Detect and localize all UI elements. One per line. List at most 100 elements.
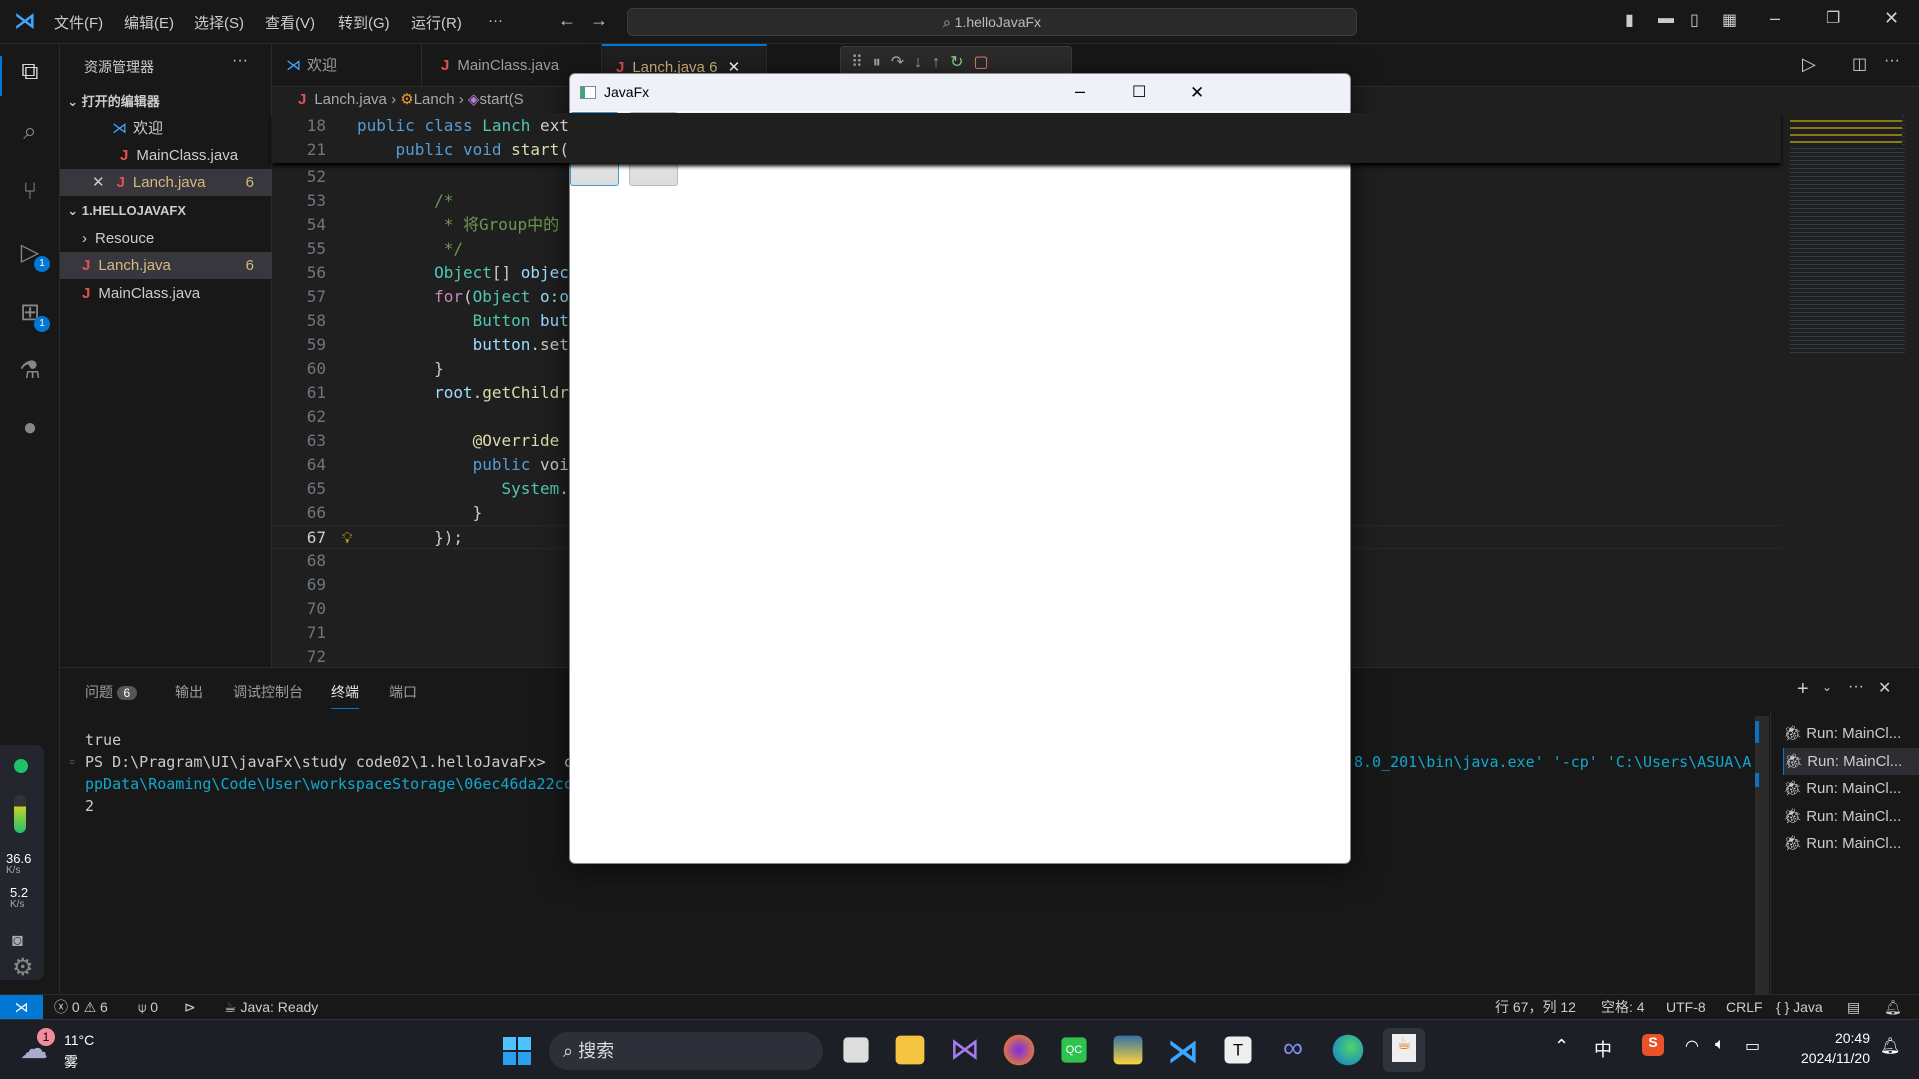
javafx-title-bar[interactable]: JavaFx – ☐ ✕ — [570, 74, 1350, 111]
close-panel-icon[interactable]: ✕ — [1878, 678, 1891, 698]
wifi-icon[interactable]: ◠ — [1685, 1036, 1699, 1056]
terminal-list-item[interactable]: 🐞︎ Run: MainCl... — [1783, 803, 1919, 830]
close-icon[interactable]: ✕ — [92, 174, 105, 191]
project-header[interactable]: ⌄ 1.HELLOJAVAFX — [60, 197, 272, 224]
feedback-icon[interactable]: ▤ — [1847, 995, 1860, 1019]
terminal-list-item[interactable]: 🐞︎ Run: MainCl... — [1783, 720, 1919, 747]
chevron-down-icon[interactable]: ⌄ — [1822, 680, 1832, 694]
more-icon[interactable]: ··· — [1848, 678, 1864, 696]
lightbulb-icon[interactable]: 💡︎ — [342, 526, 353, 550]
vscode-taskbar-icon[interactable]: ⋊ — [1165, 1032, 1201, 1069]
step-over-icon[interactable]: ↷ — [891, 54, 914, 71]
layout-icon[interactable]: ▦ — [1722, 10, 1737, 30]
language-mode[interactable]: { } Java — [1776, 995, 1823, 1019]
fx-maximize-button[interactable]: ☐ — [1132, 74, 1146, 111]
indentation[interactable]: 空格: 4 — [1601, 995, 1645, 1019]
visual-studio-icon[interactable]: ⋈ — [947, 1032, 983, 1068]
tab-terminal[interactable]: 终端 — [331, 682, 359, 709]
cursor-position[interactable]: 行 67，列 12 — [1495, 995, 1576, 1019]
open-editor-welcome[interactable]: ⋊ 欢迎 — [60, 115, 272, 142]
split-editor-icon[interactable]: ◫ — [1852, 54, 1867, 74]
menu-selection[interactable]: 选择(S) — [194, 12, 244, 33]
fx-close-button[interactable]: ✕ — [1190, 74, 1204, 111]
toggle-secondary-sidebar-icon[interactable]: ▯ — [1690, 10, 1699, 30]
open-editor-mainclass[interactable]: J MainClass.java — [60, 142, 272, 169]
edge-icon[interactable] — [1332, 1034, 1364, 1066]
tab-welcome[interactable]: ⋊ 欢迎 — [272, 44, 422, 87]
tree-file-mainclass[interactable]: J MainClass.java — [60, 280, 272, 307]
terminal-scrollbar[interactable] — [1755, 716, 1769, 994]
file-explorer-icon[interactable] — [895, 1035, 925, 1065]
tab-ports[interactable]: 端口 — [389, 682, 417, 702]
search-icon[interactable]: ⌕ — [14, 118, 46, 150]
tab-problems[interactable]: 问题 6 — [85, 682, 137, 702]
code-line[interactable]: 21 public void start( — [272, 138, 1781, 162]
task-view-icon[interactable] — [843, 1037, 869, 1063]
extensions-icon[interactable]: ⊞ 1 — [14, 298, 50, 332]
drag-handle-icon[interactable]: ⠿ — [851, 54, 873, 71]
open-editors-header[interactable]: ⌄ 打开的编辑器 — [60, 88, 272, 115]
back-icon[interactable]: ← — [558, 10, 576, 31]
tree-folder-resouce[interactable]: › Resouce — [60, 225, 272, 252]
fx-minimize-button[interactable]: – — [1075, 74, 1085, 110]
terminal-list-item[interactable]: 🐞︎ Run: MainCl... — [1783, 775, 1919, 802]
restart-icon[interactable]: ↻ — [950, 54, 973, 71]
pause-icon[interactable]: ⏸ — [873, 54, 891, 71]
problems-status[interactable]: ⓧ 0 ⚠ 6 — [54, 995, 108, 1019]
debug-status-icon[interactable]: ⊳ — [184, 995, 196, 1019]
volume-icon[interactable]: 🔈︎ — [1715, 1036, 1725, 1054]
github-icon[interactable]: ● — [14, 414, 46, 446]
tab-output[interactable]: 输出 — [175, 682, 203, 702]
qt-creator-icon[interactable]: QC — [1061, 1037, 1087, 1063]
menu-edit[interactable]: 编辑(E) — [124, 12, 174, 33]
stop-icon[interactable]: ▢ — [974, 54, 999, 71]
start-button[interactable] — [503, 1037, 531, 1065]
encoding[interactable]: UTF-8 — [1666, 995, 1706, 1019]
tab-debug-console[interactable]: 调试控制台 — [233, 682, 303, 702]
testing-icon[interactable]: ⚗ — [14, 356, 46, 388]
command-center-search[interactable]: ⌕ 1.helloJavaFx — [627, 8, 1357, 36]
battery-icon[interactable]: ▭ — [1745, 1036, 1760, 1056]
minimap[interactable] — [1790, 113, 1905, 353]
source-control-icon[interactable]: ⑂ — [14, 178, 46, 210]
code-line[interactable]: 18 public class Lanch ext — [272, 114, 1781, 138]
open-editor-lanch[interactable]: ✕ J Lanch.java 6 — [60, 169, 272, 196]
new-terminal-icon[interactable]: + — [1797, 678, 1809, 701]
taskbar-search[interactable]: ⌕ 搜索 — [549, 1032, 823, 1070]
java-app-icon[interactable]: ☕ — [1383, 1028, 1425, 1072]
remote-icon[interactable]: ⋊ — [0, 995, 43, 1019]
menu-more[interactable]: ··· — [488, 12, 503, 29]
typora-icon[interactable]: T — [1224, 1036, 1252, 1064]
run-icon[interactable]: ▷ — [1802, 54, 1816, 75]
show-hidden-icons[interactable]: ⌃ — [1554, 1036, 1569, 1057]
step-out-icon[interactable]: ↑ — [932, 54, 950, 71]
menu-run[interactable]: 运行(R) — [411, 12, 462, 33]
notifications-icon[interactable]: 🔔︎ — [1884, 995, 1902, 1019]
ports-status[interactable]: ⍦ 0 — [138, 995, 158, 1019]
menu-file[interactable]: 文件(F) — [54, 12, 103, 33]
sogou-ime-icon[interactable]: S — [1642, 1034, 1664, 1056]
close-button[interactable]: ✕ — [1884, 8, 1899, 29]
java-status[interactable]: ☕ Java: Ready — [224, 995, 318, 1019]
settings-gear-icon[interactable]: ⚙ — [12, 953, 34, 982]
run-debug-icon[interactable]: ▷ 1 — [14, 238, 50, 272]
terminal-list-item[interactable]: 🐞︎ Run: MainCl... — [1783, 747, 1919, 775]
toggle-sidebar-icon[interactable]: ▮ — [1625, 10, 1634, 30]
python-icon[interactable] — [1113, 1035, 1143, 1065]
explorer-icon[interactable]: ⧉ — [14, 58, 46, 90]
more-icon[interactable]: ··· — [1884, 52, 1900, 70]
menu-view[interactable]: 查看(V) — [265, 12, 315, 33]
minimize-button[interactable]: – — [1770, 8, 1780, 29]
toggle-panel-icon[interactable]: ▬ — [1658, 10, 1674, 28]
firefox-icon[interactable] — [1003, 1034, 1035, 1066]
line-ending[interactable]: CRLF — [1726, 995, 1763, 1019]
infinity-app-icon[interactable]: ∞ — [1275, 1032, 1311, 1068]
tree-file-lanch[interactable]: J Lanch.java 6 — [60, 252, 272, 279]
menu-go[interactable]: 转到(G) — [338, 12, 390, 33]
step-into-icon[interactable]: ↓ — [914, 54, 932, 71]
restore-button[interactable]: ❐ — [1826, 8, 1840, 28]
notification-center-icon[interactable]: 🔔︎ — [1880, 1036, 1900, 1056]
more-actions-icon[interactable]: ··· — [232, 52, 248, 70]
forward-icon[interactable]: → — [590, 10, 608, 31]
terminal-list-item[interactable]: 🐞︎ Run: MainCl... — [1783, 830, 1919, 857]
